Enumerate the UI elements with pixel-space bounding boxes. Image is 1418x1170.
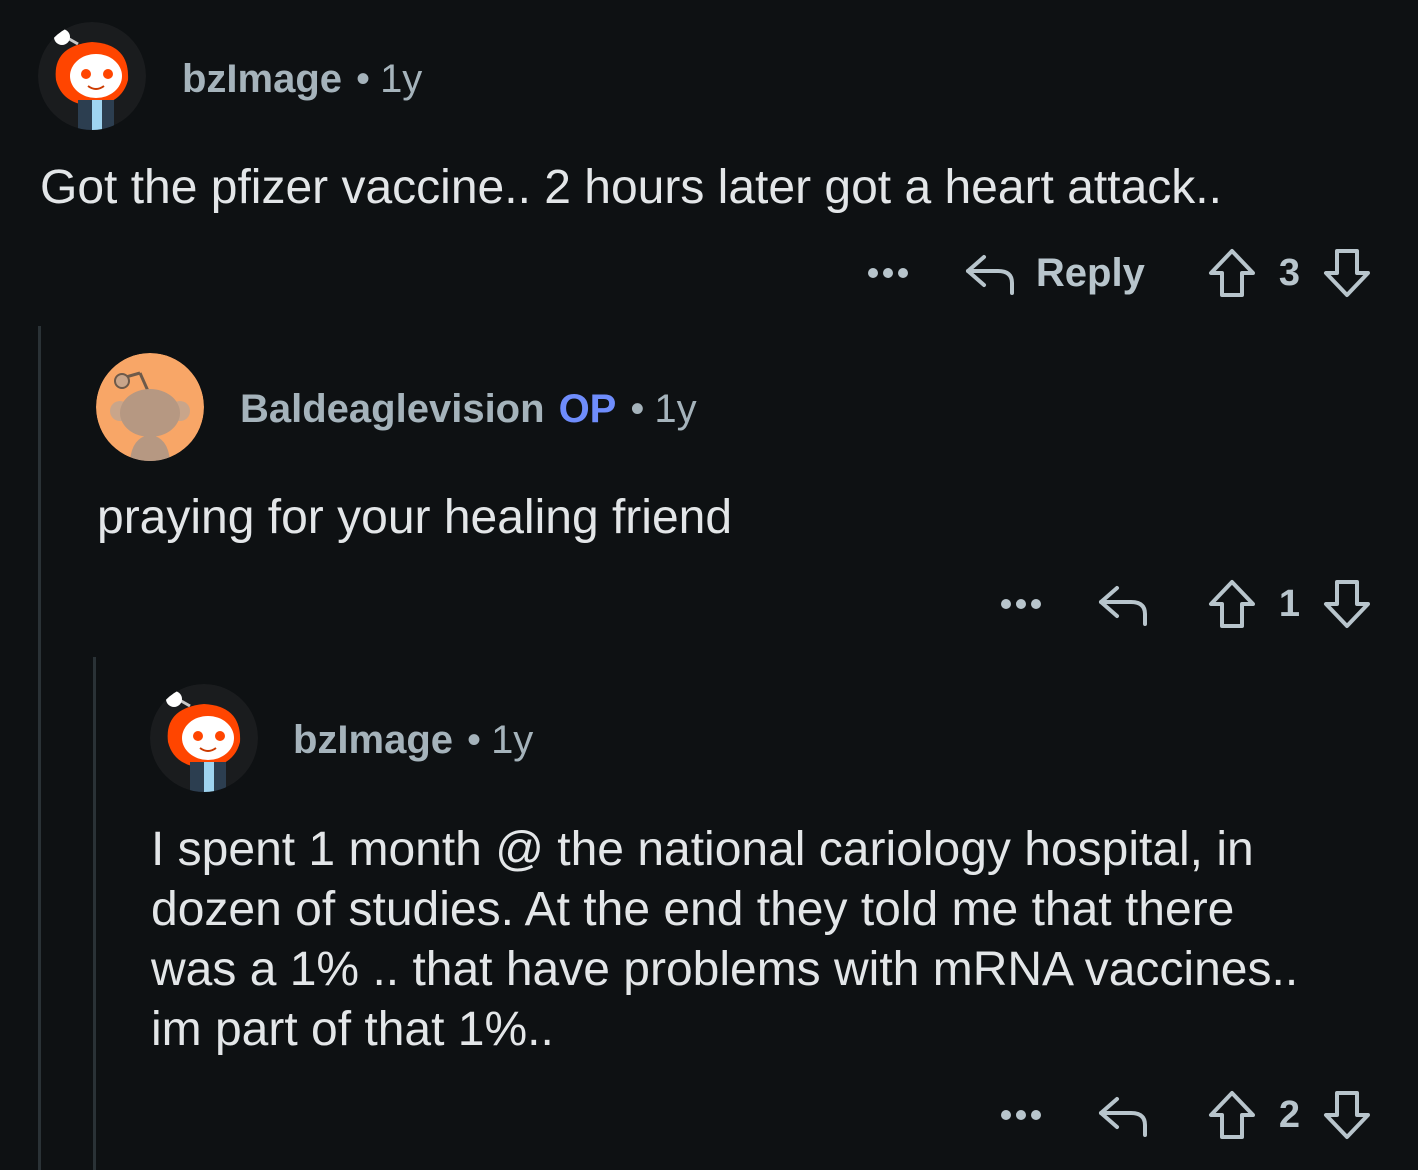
comment-age: 1y [491,718,534,762]
more-dot [1000,599,1011,609]
comment-age: 1y [380,57,423,101]
downvote-button[interactable] [1322,578,1372,630]
vote-controls: 3 [1207,247,1372,299]
more-dot [897,268,908,278]
snoo-red-hood-icon [150,684,258,792]
reply-button[interactable] [1097,1091,1151,1139]
thread-line-level-1[interactable] [38,326,41,1170]
more-dot [882,268,893,278]
more-dot [1015,1110,1026,1120]
more-options-button[interactable] [1000,599,1041,609]
upvote-button[interactable] [1207,578,1257,630]
vote-score: 2 [1278,1093,1300,1136]
author-username[interactable]: Baldeaglevision [240,387,545,431]
vote-controls: 2 [1207,1089,1372,1141]
vote-score: 3 [1278,251,1300,294]
vote-controls: 1 [1207,578,1372,630]
more-dot [1000,1110,1011,1120]
more-dot [1030,599,1041,609]
downvote-arrow-icon [1324,249,1370,297]
snoo-red-hood-icon [38,22,146,130]
reply-icon [965,255,1014,295]
reply-icon [1098,586,1147,626]
more-dot [867,268,878,278]
comment-meta: Baldeaglevision OP • 1y [240,385,697,433]
upvote-arrow-icon [1208,249,1255,297]
meta-separator: • [467,718,482,762]
comment-meta: bzImage • 1y [182,55,422,103]
more-options-button[interactable] [1000,1110,1041,1120]
comment-body-line: im part of that 1%.. [151,1003,554,1056]
comment-body-line: dozen of studies. At the end they told m… [151,883,1235,936]
author-username[interactable]: bzImage [182,57,342,101]
avatar[interactable] [38,22,146,130]
comment-body-line: I spent 1 month @ the national cariology… [151,823,1254,876]
reply-button[interactable]: Reply [964,249,1145,297]
comment-body: praying for your healing friend [97,491,733,544]
meta-separator: • [356,57,371,101]
thread-line-level-2[interactable] [93,657,96,1170]
meta-separator: • [630,387,645,431]
downvote-arrow-icon [1324,580,1370,628]
avatar[interactable] [150,684,258,792]
comment-age: 1y [654,387,697,431]
comment-meta: bzImage • 1y [293,716,533,764]
avatar[interactable] [96,353,204,461]
comment-body: I spent 1 month @ the national cariology… [151,820,1298,1060]
author-username[interactable]: bzImage [293,718,453,762]
more-dot [1015,599,1026,609]
comment-body: Got the pfizer vaccine.. 2 hours later g… [40,161,1222,214]
reply-icon [1098,1097,1147,1137]
more-dot [1030,1110,1041,1120]
op-badge: OP [558,387,617,431]
comment-actions: 1 [1000,574,1372,634]
upvote-button[interactable] [1207,1089,1257,1141]
downvote-button[interactable] [1322,1089,1372,1141]
snoo-default-orange-icon [96,353,204,461]
comment-actions: 2 [1000,1085,1372,1145]
vote-score: 1 [1278,582,1300,625]
upvote-arrow-icon [1208,1091,1255,1139]
comment-actions: Reply 3 [867,243,1372,303]
downvote-button[interactable] [1322,247,1372,299]
downvote-arrow-icon [1324,1091,1370,1139]
comment-body-line: was a 1% .. that have problems with mRNA… [151,943,1299,996]
upvote-arrow-icon [1208,580,1255,628]
upvote-button[interactable] [1207,247,1257,299]
reply-button[interactable] [1097,580,1151,628]
reply-label: Reply [1035,250,1145,295]
more-options-button[interactable] [867,268,908,278]
